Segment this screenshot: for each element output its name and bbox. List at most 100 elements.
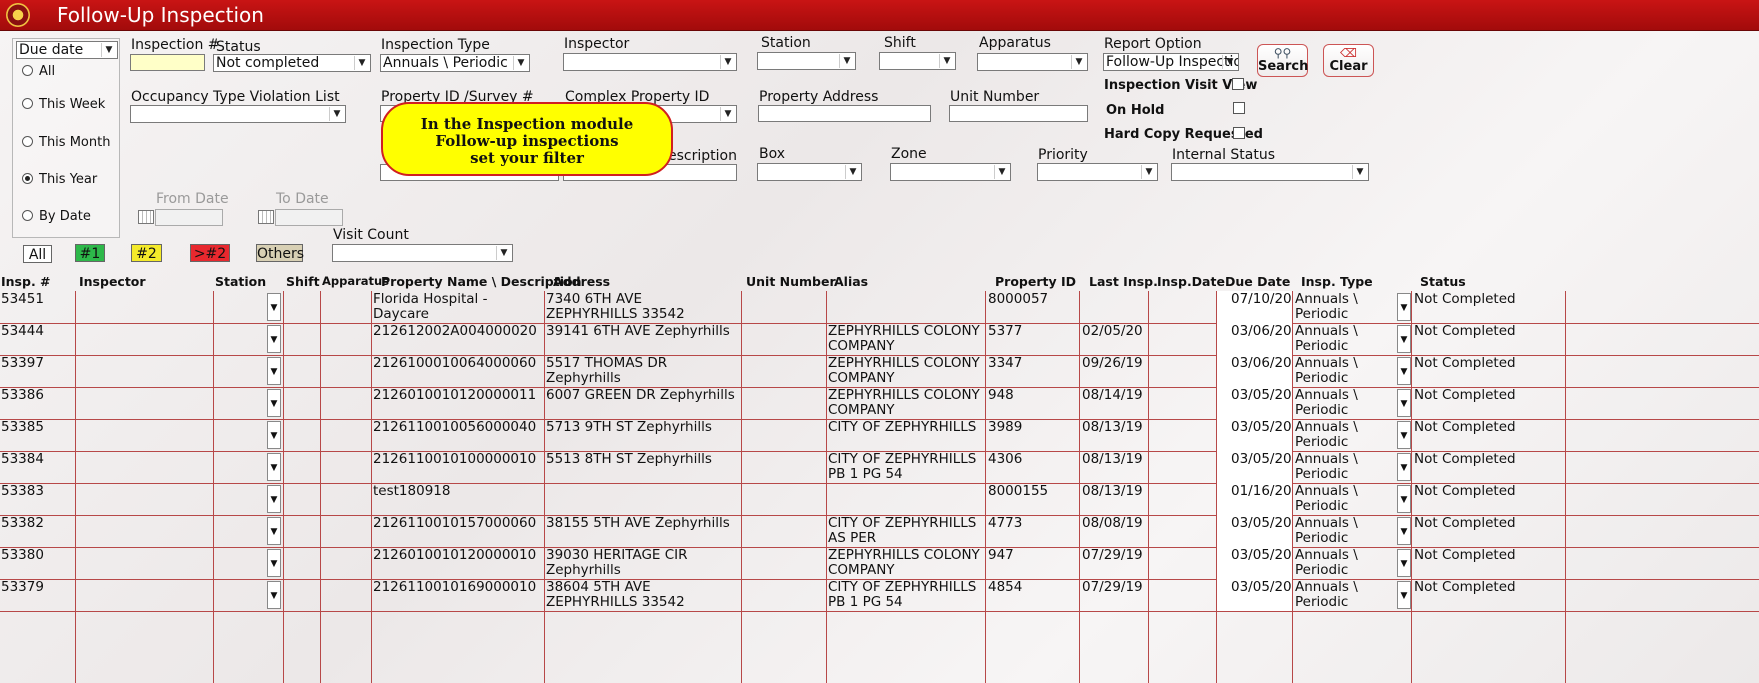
table-row[interactable]: 53382 2126110010157000060 38155 5TH AVE Ze… — [0, 515, 1759, 548]
col-insp-type-header[interactable]: Insp. Type — [1301, 274, 1373, 289]
table-row[interactable]: 53380 2126010010120000010 39030 HERITAGE C… — [0, 547, 1759, 580]
station-dropdown-chevron-icon[interactable]: ▼ — [267, 581, 281, 609]
station-dropdown-chevron-icon[interactable]: ▼ — [267, 421, 281, 449]
inspection-type-select[interactable]: Annuals \ Periodic ▼ — [380, 54, 530, 72]
insp-type-dropdown-chevron-icon[interactable]: ▼ — [1397, 421, 1411, 449]
radio-all[interactable]: All — [22, 64, 55, 79]
inspection-number-input[interactable] — [130, 54, 205, 71]
chevron-down-icon: ▼ — [845, 165, 860, 179]
insp-type-dropdown-chevron-icon[interactable]: ▼ — [1397, 485, 1411, 513]
insp-type-dropdown-chevron-icon[interactable]: ▼ — [1397, 517, 1411, 545]
due-date-cell: 03/05/20 — [1231, 451, 1291, 467]
col-inspector-header[interactable]: Inspector — [79, 274, 146, 289]
station-dropdown-chevron-icon[interactable]: ▼ — [267, 549, 281, 577]
grid-divider — [544, 291, 545, 683]
unit-number-input[interactable] — [949, 105, 1088, 122]
radio-this-week[interactable]: This Week — [22, 97, 105, 112]
table-row[interactable]: 53386 2126010010120000011 6007 GREEN DR Ze… — [0, 387, 1759, 420]
radio-this-year[interactable]: This Year — [22, 172, 97, 187]
calendar-icon[interactable] — [138, 210, 154, 224]
clear-button[interactable]: ⌫ Clear — [1323, 44, 1374, 77]
station-dropdown-chevron-icon[interactable]: ▼ — [267, 325, 281, 353]
insp-type-dropdown-chevron-icon[interactable]: ▼ — [1397, 581, 1411, 609]
apparatus-select[interactable]: ▼ — [977, 53, 1088, 71]
inspector-select[interactable]: ▼ — [563, 53, 737, 71]
alias-cell: ZEPHYRHILLS COLONY COMPANY — [828, 387, 980, 418]
insp-type-dropdown-chevron-icon[interactable]: ▼ — [1397, 325, 1411, 353]
zone-select[interactable]: ▼ — [890, 163, 1011, 181]
report-option-select[interactable]: Follow-Up Inspection ▼ — [1103, 53, 1239, 71]
station-select[interactable]: ▼ — [757, 52, 856, 70]
from-date-input[interactable] — [155, 209, 223, 226]
station-dropdown-chevron-icon[interactable]: ▼ — [267, 357, 281, 385]
col-last-insp-header[interactable]: Last Insp. — [1089, 274, 1158, 289]
property-name-cell: 2126100010064000060 — [373, 355, 537, 371]
table-row[interactable]: 53451 Florida Hospital - Daycare 7340 6TH … — [0, 291, 1759, 324]
internal-status-select[interactable]: ▼ — [1171, 163, 1369, 181]
insp-number-cell: 53386 — [1, 387, 44, 403]
col-alias-header[interactable]: Alias — [834, 274, 868, 289]
alias-cell — [828, 291, 983, 323]
status-select[interactable]: Not completed ▼ — [213, 54, 371, 72]
table-row[interactable]: 53384 2126110010100000010 5513 8TH ST Zeph… — [0, 451, 1759, 484]
radio-this-month[interactable]: This Month — [22, 135, 110, 150]
due-date-cell: 03/05/20 — [1231, 387, 1291, 403]
zone-label: Zone — [891, 146, 927, 162]
date-type-select[interactable]: Due date ▼ — [16, 41, 118, 59]
property-id-cell: 948 — [988, 387, 1014, 403]
property-name-cell: Florida Hospital - Daycare — [373, 291, 488, 322]
visit-count-select[interactable]: ▼ — [332, 244, 513, 262]
filter-priority-2-button[interactable]: #2 — [131, 244, 162, 262]
col-status-header[interactable]: Status — [1420, 274, 1466, 289]
insp-type-dropdown-chevron-icon[interactable]: ▼ — [1397, 549, 1411, 577]
on-hold-checkbox[interactable] — [1233, 102, 1245, 114]
search-button[interactable]: ⚲⚲ Search — [1257, 44, 1308, 77]
insp-type-dropdown-chevron-icon[interactable]: ▼ — [1397, 389, 1411, 417]
insp-type-dropdown-chevron-icon[interactable]: ▼ — [1397, 293, 1411, 321]
box-select[interactable]: ▼ — [757, 163, 862, 181]
col-property-id-header[interactable]: Property ID — [995, 274, 1076, 289]
hard-copy-requested-checkbox[interactable] — [1233, 127, 1245, 139]
filter-all-button[interactable]: All — [23, 245, 52, 263]
priority-select[interactable]: ▼ — [1037, 163, 1158, 181]
col-property-name-header[interactable]: Property Name \ Description — [381, 274, 582, 289]
col-apparatus-header[interactable]: Apparatus — [322, 274, 389, 288]
grid-divider — [1565, 291, 1566, 683]
col-shift-header[interactable]: Shift — [286, 274, 320, 289]
table-row[interactable]: 53379 2126110010169000010 38604 5TH AVE ZE… — [0, 579, 1759, 612]
alias-cell: CITY OF ZEPHYRHILLS — [828, 419, 977, 435]
to-date-input[interactable] — [275, 209, 343, 226]
insp-type-cell: Annuals \ Periodic — [1295, 419, 1358, 450]
table-row[interactable]: 53383 test180918 8000155 08/13/19 01/16/20 An… — [0, 483, 1759, 516]
station-dropdown-chevron-icon[interactable]: ▼ — [267, 389, 281, 417]
shift-select[interactable]: ▼ — [879, 52, 956, 70]
insp-type-cell: Annuals \ Periodic — [1295, 355, 1358, 386]
col-due-date-header[interactable]: Due Date — [1225, 274, 1290, 289]
table-row[interactable]: 53385 2126110010056000040 5713 9TH ST Zeph… — [0, 419, 1759, 452]
col-station-header[interactable]: Station — [215, 274, 266, 289]
calendar-icon[interactable] — [258, 210, 274, 224]
occupancy-violation-select[interactable]: ▼ — [130, 105, 346, 123]
filter-priority-1-button[interactable]: #1 — [75, 244, 105, 262]
last-insp-cell: 08/14/19 — [1082, 387, 1143, 403]
station-dropdown-chevron-icon[interactable]: ▼ — [267, 485, 281, 513]
filter-priority-over-2-button[interactable]: >#2 — [190, 244, 230, 262]
col-unit-number-header[interactable]: Unit Number — [746, 274, 836, 289]
insp-type-dropdown-chevron-icon[interactable]: ▼ — [1397, 453, 1411, 481]
radio-by-date[interactable]: By Date — [22, 209, 91, 224]
insp-type-dropdown-chevron-icon[interactable]: ▼ — [1397, 357, 1411, 385]
col-insp-date-header[interactable]: Insp.Date — [1157, 274, 1225, 289]
col-insp-number-header[interactable]: Insp. # — [1, 274, 51, 289]
shift-label: Shift — [884, 35, 916, 51]
status-cell: Not Completed — [1414, 515, 1516, 531]
table-row[interactable]: 53444 212612002A004000020 39141 6TH AVE Ze… — [0, 323, 1759, 356]
col-address-header[interactable]: Address — [553, 274, 610, 289]
table-row[interactable]: 53397 2126100010064000060 5517 THOMAS DR Z… — [0, 355, 1759, 388]
filter-others-button[interactable]: Others — [256, 244, 304, 262]
station-dropdown-chevron-icon[interactable]: ▼ — [267, 517, 281, 545]
station-dropdown-chevron-icon[interactable]: ▼ — [267, 453, 281, 481]
station-dropdown-chevron-icon[interactable]: ▼ — [267, 293, 281, 321]
chevron-down-icon: ▼ — [496, 246, 511, 260]
property-address-input[interactable] — [758, 105, 931, 122]
inspection-visit-view-checkbox[interactable] — [1232, 78, 1244, 90]
